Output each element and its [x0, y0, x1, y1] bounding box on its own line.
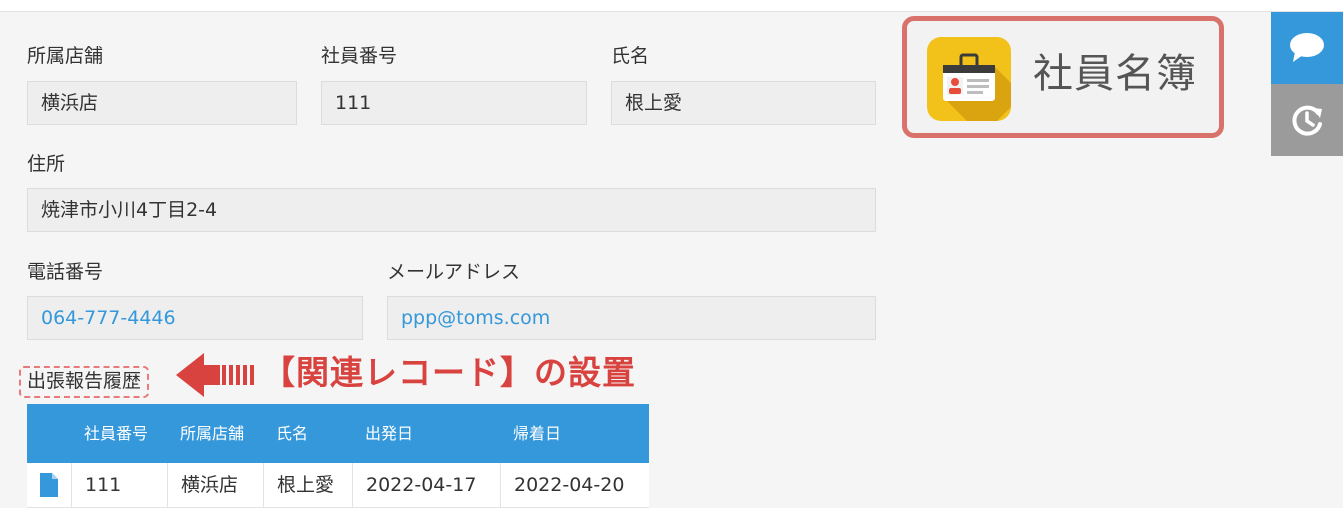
phone-label: 電話番号: [27, 261, 104, 283]
comment-button[interactable]: [1271, 12, 1343, 84]
top-bar: [0, 0, 1343, 12]
record-detail-link[interactable]: [27, 463, 71, 507]
table-cell: 111: [71, 463, 167, 507]
email-field[interactable]: ppp@toms.com: [387, 296, 876, 340]
address-field[interactable]: 焼津市小川4丁目2-4: [27, 188, 876, 232]
table-header: 社員番号 所属店舗 氏名 出発日 帰着日: [27, 404, 649, 463]
app-title: 社員名簿: [1033, 51, 1197, 97]
employee-id-card-icon: [927, 37, 1011, 121]
employee-no-label: 社員番号: [321, 45, 398, 67]
arrow-left-icon: [176, 353, 254, 397]
table-header-icon-column: [27, 404, 71, 463]
phone-field[interactable]: 064-777-4446: [27, 296, 363, 340]
document-icon: [40, 473, 58, 497]
table-header-cell: 社員番号: [84, 424, 149, 443]
store-field[interactable]: 横浜店: [27, 81, 297, 125]
app-badge: 社員名簿: [902, 16, 1224, 138]
table-cell: 横浜店: [167, 463, 263, 507]
speech-bubble-icon: [1290, 33, 1324, 62]
address-label: 住所: [27, 153, 66, 175]
table-header-cell: 氏名: [276, 424, 309, 443]
name-field[interactable]: 根上愛: [611, 81, 876, 125]
history-button[interactable]: [1271, 84, 1343, 156]
table-cell: 根上愛: [263, 463, 352, 507]
related-records-label: 出張報告履歴: [19, 366, 150, 398]
employee-no-field[interactable]: 111: [321, 81, 587, 125]
table-row[interactable]: 111 横浜店 根上愛 2022-04-17 2022-04-20: [27, 463, 649, 508]
table-header-cell: 所属店舗: [180, 424, 245, 443]
table-cell: 2022-04-20: [500, 463, 649, 507]
related-records-table: 社員番号 所属店舗 氏名 出発日 帰着日 111 横浜店 根上愛 2022-04…: [27, 404, 649, 508]
history-icon: [1292, 105, 1322, 136]
table-header-cell: 帰着日: [513, 424, 562, 443]
name-label: 氏名: [611, 45, 650, 67]
annotation-text: 【関連レコード】の設置: [262, 353, 636, 392]
email-label: メールアドレス: [387, 261, 521, 283]
table-cell: 2022-04-17: [352, 463, 500, 507]
table-header-cell: 出発日: [365, 424, 414, 443]
store-label: 所属店舗: [27, 45, 104, 67]
